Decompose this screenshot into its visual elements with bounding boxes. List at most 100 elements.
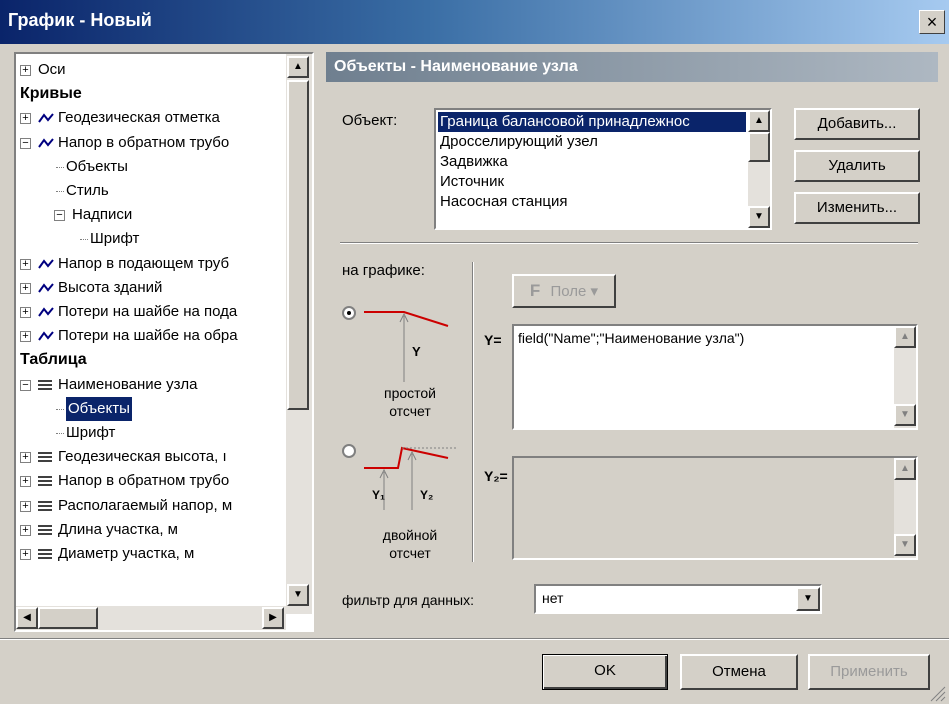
settings-tree[interactable]: + Оси Кривые + Геодезическая отметка − Напор в… [14,52,314,632]
curve-icon [38,307,54,317]
scroll-down-button[interactable]: ▼ [287,584,309,606]
filter-dropdown-button[interactable]: ▼ [796,587,820,611]
expand-icon[interactable]: + [20,549,31,560]
object-list-item[interactable]: Источник [440,172,504,192]
add-button[interactable]: Добавить... [794,108,920,140]
object-list-item[interactable]: Насосная станция [440,192,568,212]
expand-icon[interactable]: + [20,524,31,536]
y-formula-input[interactable]: field("Name";"Наименование узла") ▲ ▼ [512,324,918,430]
field-icon: F [529,281,541,300]
expand-icon[interactable]: + [20,331,31,343]
tree-item-label: Оси [38,61,66,78]
expand-icon[interactable]: + [20,500,31,512]
tree-item-label: Кривые [20,85,82,103]
tree-item-label: Шрифт [66,424,116,441]
table-icon [38,500,52,511]
ok-button[interactable]: OK [542,654,668,690]
collapse-icon[interactable]: − [20,137,31,149]
object-list-item[interactable]: Граница балансовой принадлежнос [438,112,746,132]
table-icon [38,452,52,462]
tree-horizontal-scrollbar[interactable]: ◀ ▶ [16,606,286,630]
curve-icon [38,331,54,341]
object-label: Объект: [342,112,398,129]
tree-item-label: Напор в обратном трубо [58,472,230,490]
y-formula-label: Y= [484,332,502,348]
tree-connector [56,191,64,192]
table-icon [38,525,52,535]
curve-icon [38,283,54,293]
radio-dot [347,311,351,315]
expand-icon[interactable]: + [20,65,31,76]
object-list-item[interactable]: Задвижка [440,152,508,172]
expand-icon[interactable]: + [20,476,31,488]
expand-icon[interactable]: + [20,113,31,125]
section-divider [340,242,918,244]
y-formula-text: field("Name";"Наименование узла") [518,330,745,346]
filter-label: фильтр для данных: [342,592,474,608]
expand-icon[interactable]: + [20,452,31,464]
object-listbox[interactable]: Граница балансовой принадлежнос Дросселир… [434,108,772,230]
object-list-item[interactable]: Дросселирующий узел [440,132,598,152]
tree-item-label: Высота зданий [58,278,163,296]
tree-item-label: Шрифт [90,230,140,248]
y2-formula-scrollbar[interactable]: ▲ ▼ [894,458,916,558]
y2-scroll-down[interactable]: ▼ [894,534,916,556]
resize-grip-icon[interactable] [928,684,946,702]
expand-icon[interactable]: + [20,282,31,294]
window-title: График - Новый [8,10,152,30]
object-list-scrollbar[interactable]: ▲ ▼ [748,110,770,228]
cancel-button[interactable]: Отмена [680,654,798,690]
list-scroll-up[interactable]: ▲ [748,110,770,132]
list-scroll-down[interactable]: ▼ [748,206,770,228]
tree-item-label: Диаметр участка, м [58,545,195,562]
simple-reading-illustration [364,311,449,382]
tree-item-label: Геодезическая высота, ı [58,448,227,466]
tree-connector [56,433,64,434]
panel-header: Объекты - Наименование узла [326,52,938,82]
filter-combobox[interactable]: нет ▼ [534,584,822,614]
tree-item-label: Таблица [20,351,87,369]
tree-vertical-scrollbar[interactable]: ▲ ▼ [286,54,312,614]
y2-marker: Y₂ [420,488,434,502]
tree-item-label: Наименование узла [58,375,198,393]
y2-formula-label: Y₂= [484,468,508,484]
simple-mode-radio[interactable] [342,306,356,320]
y2-formula-input[interactable]: ▲ ▼ [512,456,918,560]
double-mode-radio[interactable] [342,444,356,458]
curve-icon [38,113,54,123]
y-formula-scrollbar[interactable]: ▲ ▼ [894,326,916,428]
filter-value: нет [542,590,564,606]
y2-scroll-up[interactable]: ▲ [894,458,916,480]
apply-button[interactable]: Применить [808,654,930,690]
expand-icon[interactable]: + [20,258,31,270]
simple-caption-line1: простой [383,385,436,401]
scroll-left-button[interactable]: ◀ [16,607,38,629]
list-scroll-thumb[interactable] [748,132,770,162]
curve-icon [38,137,54,148]
y-marker: Y [412,344,421,359]
expand-icon[interactable]: + [20,307,31,318]
tree-item-label: Потери на шайбе на обра [58,327,238,345]
scroll-up-button[interactable]: ▲ [287,56,309,78]
simple-caption-line2: отсчет [389,403,431,419]
hscroll-thumb[interactable] [38,607,98,629]
collapse-icon[interactable]: − [20,379,31,391]
tree-connector [80,239,88,241]
table-icon [38,549,52,559]
tree-item-label: Напор в обратном трубо [58,133,230,151]
scroll-thumb[interactable] [287,80,309,410]
tree-connector [56,166,64,168]
y-scroll-up[interactable]: ▲ [894,326,916,348]
y1-marker: Y₁ [372,488,385,502]
double-reading-illustration [364,446,458,510]
tree-item-label: Располагаемый напор, м [58,496,233,514]
tree-item-label: Надписи [72,206,133,224]
collapse-icon[interactable]: − [54,210,65,222]
scroll-right-button[interactable]: ▶ [262,607,284,629]
double-mode-caption: двойной отсчет [370,526,450,562]
edit-button[interactable]: Изменить... [794,192,920,224]
delete-button[interactable]: Удалить [794,150,920,182]
insert-field-button[interactable]: F Поле ▾ [512,274,616,308]
close-button[interactable]: × [919,10,945,34]
y-scroll-down[interactable]: ▼ [894,404,916,426]
